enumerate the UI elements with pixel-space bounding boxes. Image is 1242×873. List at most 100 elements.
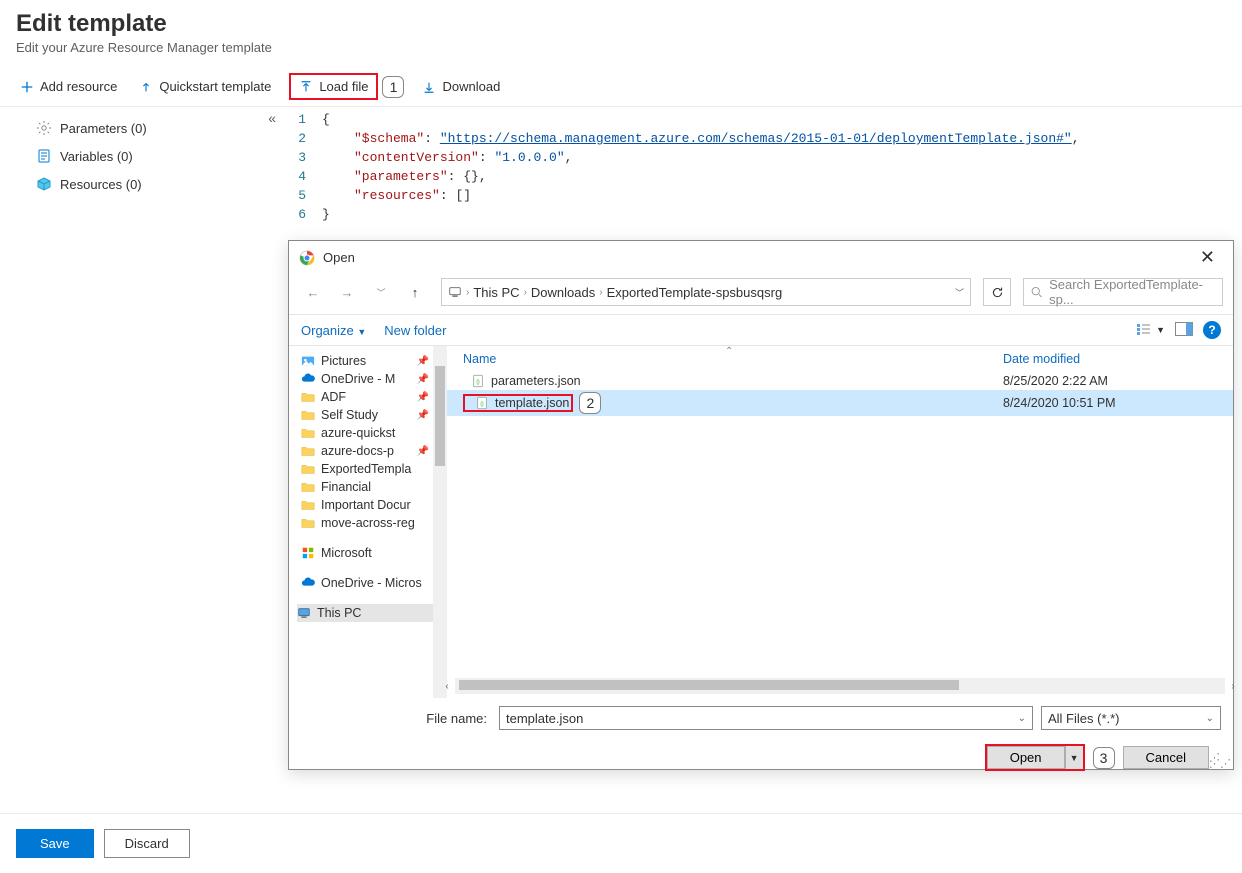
tree-item-label: move-across-reg — [321, 516, 415, 530]
column-date[interactable]: Date modified — [1003, 352, 1225, 366]
tree-item[interactable]: Pictures📌 — [297, 352, 433, 370]
line-number: 5 — [282, 186, 322, 205]
add-resource-button[interactable]: Add resource — [16, 75, 121, 98]
dialog-body: Pictures📌OneDrive - M📌ADF📌Self Study📌azu… — [289, 346, 1233, 698]
svg-text:{}: {} — [476, 380, 480, 386]
cube-icon — [36, 176, 52, 192]
collapse-panel-button[interactable]: « — [268, 110, 276, 126]
upload-icon — [139, 80, 153, 94]
filename-label: File name: — [301, 711, 491, 726]
breadcrumb[interactable]: › This PC › Downloads › ExportedTemplate… — [441, 278, 971, 306]
preview-icon — [1175, 322, 1193, 336]
help-button[interactable]: ? — [1203, 321, 1221, 339]
json-file-icon: {} — [471, 374, 485, 388]
close-button[interactable]: ✕ — [1192, 247, 1223, 268]
file-row[interactable]: {}parameters.json8/25/2020 2:22 AM — [447, 372, 1233, 390]
upload-file-icon — [299, 80, 313, 94]
load-file-button[interactable]: Load file — [299, 79, 368, 94]
pin-icon: 📌 — [417, 446, 429, 457]
download-icon — [422, 80, 436, 94]
recent-dropdown[interactable]: ﹀ — [367, 279, 395, 305]
tree-item[interactable]: Financial — [297, 478, 433, 496]
tree-item-label: Resources (0) — [60, 177, 142, 192]
tree-item-label: azure-docs-p — [321, 444, 394, 458]
organize-button[interactable]: Organize ▼ — [301, 323, 366, 338]
json-file-icon: {} — [475, 396, 489, 410]
step-badge-3: 3 — [1093, 747, 1115, 769]
dialog-footer: File name: template.json ⌄ All Files (*.… — [289, 698, 1233, 783]
back-button[interactable]: ← — [299, 279, 327, 305]
tree-item[interactable]: move-across-reg — [297, 514, 433, 532]
tree-item[interactable]: Self Study📌 — [297, 406, 433, 424]
file-date: 8/24/2020 10:51 PM — [1003, 396, 1225, 410]
search-placeholder: Search ExportedTemplate-sp... — [1049, 277, 1216, 307]
tree-item[interactable]: ExportedTempla — [297, 460, 433, 478]
dialog-toolbar: Organize ▼ New folder ▼ ? — [289, 314, 1233, 346]
file-open-dialog: Open ✕ ← → ﹀ ↑ › This PC › Downloads › E… — [288, 240, 1234, 770]
tree-item[interactable]: OneDrive - M📌 — [297, 370, 433, 388]
tree-item-label: OneDrive - M — [321, 372, 395, 386]
download-button[interactable]: Download — [418, 75, 504, 98]
folder-tree[interactable]: Pictures📌OneDrive - M📌ADF📌Self Study📌azu… — [289, 346, 433, 698]
tree-item[interactable]: ADF📌 — [297, 388, 433, 406]
page-header: Edit template Edit your Azure Resource M… — [0, 0, 1242, 55]
file-row[interactable]: {}template.json28/24/2020 10:51 PM — [447, 390, 1233, 416]
preview-pane-button[interactable] — [1175, 322, 1193, 339]
tree-item[interactable]: Important Docur — [297, 496, 433, 514]
page-title: Edit template — [16, 10, 1226, 38]
filename-input[interactable]: template.json ⌄ — [499, 706, 1033, 730]
tree-item[interactable]: azure-docs-p 📌 — [297, 442, 433, 460]
tree-item[interactable]: OneDrive - Micros — [297, 574, 433, 592]
tree-item-parameters[interactable]: Parameters (0) — [36, 114, 282, 142]
file-name: template.json — [495, 396, 569, 410]
file-list: ⌃ Name Date modified {}parameters.json8/… — [447, 346, 1233, 698]
tree-item[interactable]: azure-quickst — [297, 424, 433, 442]
discard-button[interactable]: Discard — [104, 829, 190, 858]
breadcrumb-dropdown[interactable]: ﹀ — [955, 286, 964, 299]
new-folder-button[interactable]: New folder — [384, 323, 446, 338]
dialog-title: Open — [323, 250, 355, 265]
open-button[interactable]: Open — [987, 746, 1065, 769]
tree-item-label: Important Docur — [321, 498, 411, 512]
search-icon — [1030, 285, 1043, 299]
filename-dropdown-icon[interactable]: ⌄ — [1018, 713, 1026, 724]
breadcrumb-item[interactable]: Downloads — [531, 285, 595, 300]
json-value: "1.0.0.0" — [494, 150, 564, 165]
tree-item[interactable]: This PC — [297, 604, 433, 622]
json-key: "contentVersion" — [354, 150, 479, 165]
refresh-button[interactable] — [983, 278, 1011, 306]
tree-scrollbar[interactable] — [433, 346, 447, 698]
open-split-button[interactable]: ▼ — [1065, 746, 1083, 769]
breadcrumb-item[interactable]: This PC — [473, 285, 519, 300]
search-input[interactable]: Search ExportedTemplate-sp... — [1023, 278, 1223, 306]
page-subtitle: Edit your Azure Resource Manager templat… — [16, 40, 1226, 55]
line-number: 4 — [282, 167, 322, 186]
tree-item-label: ADF — [321, 390, 346, 404]
svg-text:{}: {} — [480, 402, 484, 408]
forward-button[interactable]: → — [333, 279, 361, 305]
json-key: "$schema" — [354, 131, 424, 146]
breadcrumb-item[interactable]: ExportedTemplate-spsbusqsrg — [607, 285, 783, 300]
pin-icon: 📌 — [417, 356, 429, 367]
document-icon — [36, 148, 52, 164]
filetype-select[interactable]: All Files (*.*) ⌄ — [1041, 706, 1221, 730]
view-options-button[interactable]: ▼ — [1136, 323, 1165, 337]
save-button[interactable]: Save — [16, 829, 94, 858]
tree-item-resources[interactable]: Resources (0) — [36, 170, 282, 198]
tree-item-variables[interactable]: Variables (0) — [36, 142, 282, 170]
line-number: 6 — [282, 205, 322, 224]
quickstart-button[interactable]: Quickstart template — [135, 75, 275, 98]
tree-item-label: Parameters (0) — [60, 121, 147, 136]
pc-icon — [297, 606, 311, 620]
tree-item[interactable]: Microsoft — [297, 544, 433, 562]
file-list-hscroll[interactable]: ‹ › — [455, 678, 1225, 694]
filetype-value: All Files (*.*) — [1048, 711, 1120, 726]
up-button[interactable]: ↑ — [401, 279, 429, 305]
cancel-button[interactable]: Cancel — [1123, 746, 1209, 769]
tree-item-label: OneDrive - Micros — [321, 576, 422, 590]
resize-grip[interactable]: ⋰⋰⋰ — [1209, 755, 1231, 767]
json-key: "parameters" — [354, 169, 448, 184]
open-button-callout: Open ▼ — [985, 744, 1085, 771]
quickstart-label: Quickstart template — [159, 79, 271, 94]
tree-item-label: This PC — [317, 606, 361, 620]
